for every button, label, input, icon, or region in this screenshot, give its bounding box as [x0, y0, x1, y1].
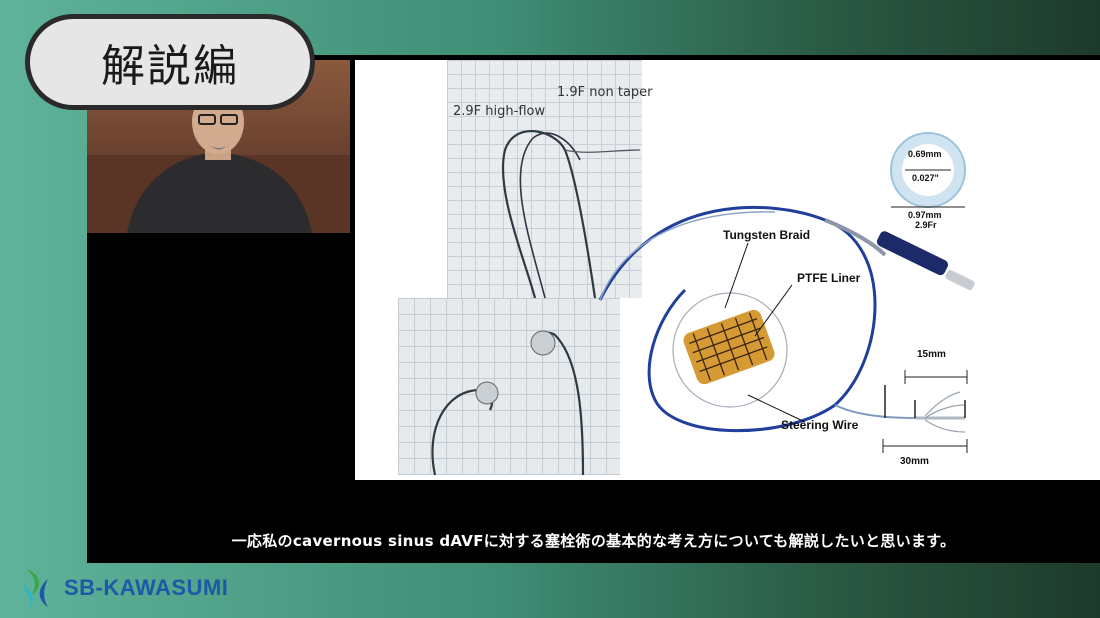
label-ring-inner-in: 0.027" — [912, 173, 939, 183]
label-nontaper: 1.9F non taper — [557, 85, 653, 100]
brand-logo: SB-KAWASUMI — [18, 565, 228, 611]
label-dim-30mm: 30mm — [900, 456, 929, 467]
label-ring-outer-fr: 2.9Fr — [915, 220, 937, 230]
section-title-badge: 解説編 — [25, 14, 315, 110]
label-ring-inner-mm: 0.69mm — [908, 149, 942, 159]
caption-subtitle: 一応私のcavernous sinus dAVFに対する塞栓術の基本的な考え方に… — [231, 532, 956, 550]
presentation-slide: 1.9F non taper 2.9F high-flow Tungsten B… — [355, 60, 1100, 480]
section-title: 解説編 — [101, 41, 239, 92]
label-highflow: 2.9F high-flow — [453, 104, 546, 119]
label-ptfe-liner: PTFE Liner — [797, 271, 861, 285]
catheter-diagram — [431, 130, 975, 476]
label-tungsten-braid: Tungsten Braid — [723, 228, 811, 242]
brand-name: SB-KAWASUMI — [64, 575, 229, 600]
label-ring-outer-mm: 0.97mm — [908, 210, 942, 220]
label-dim-15mm: 15mm — [917, 349, 946, 360]
label-steering-wire: Steering Wire — [781, 418, 859, 432]
brand-leaf-icon — [22, 569, 48, 609]
